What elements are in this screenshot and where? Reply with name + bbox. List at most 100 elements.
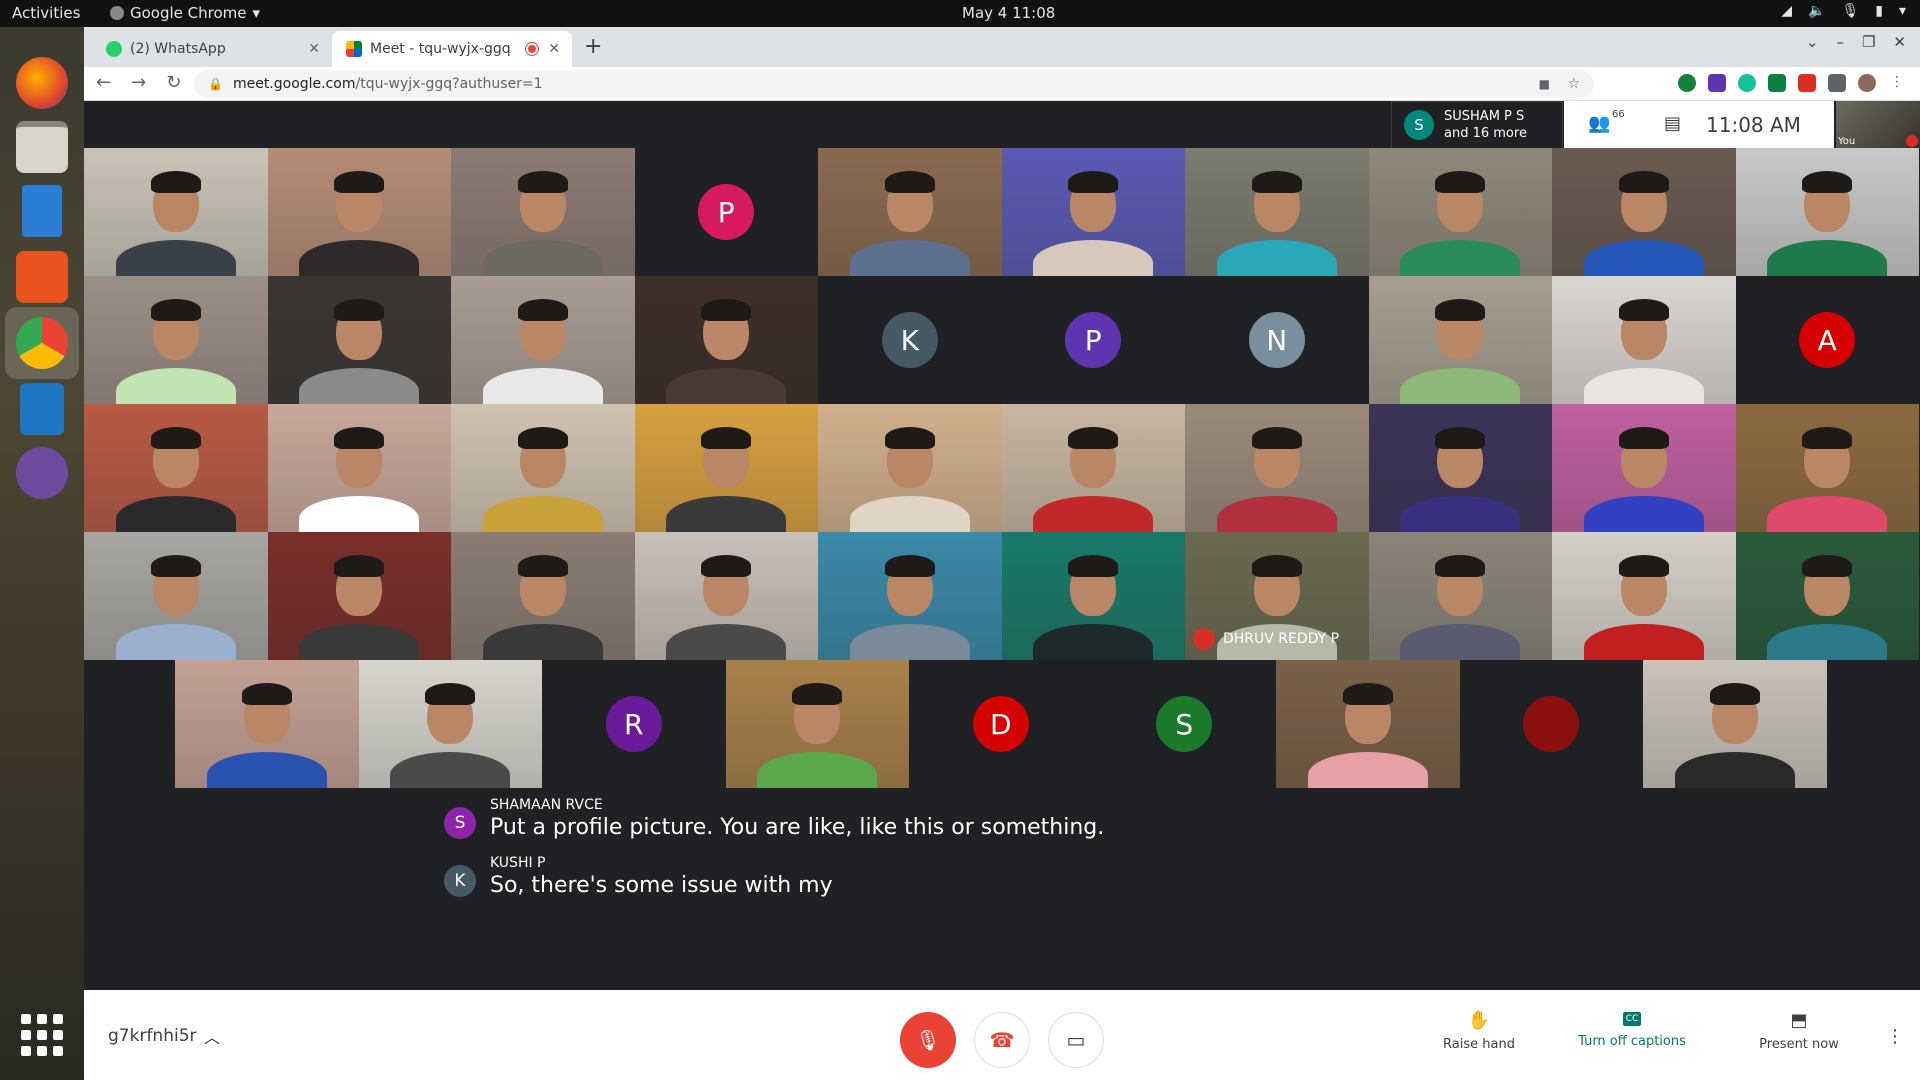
back-button[interactable]: ←: [96, 72, 111, 93]
participant-tile[interactable]: [267, 276, 451, 404]
participant-name-tag: DHRUV REDDY P: [1193, 628, 1339, 650]
participant-tile[interactable]: [1552, 276, 1736, 404]
participant-tile[interactable]: [634, 532, 818, 660]
self-view-tile[interactable]: You: [1836, 101, 1920, 149]
bookmark-star-icon[interactable]: ☆: [1567, 76, 1580, 92]
participant-tile[interactable]: [451, 404, 635, 532]
chevron-up-icon[interactable]: ︿: [204, 1024, 220, 1048]
meeting-details-button[interactable]: g7krfnhi5r: [108, 1026, 197, 1046]
close-window-button[interactable]: ✕: [1893, 33, 1906, 51]
address-bar[interactable]: 🔒 meet.google.com/tqu-wyjx-ggq?authuser=…: [194, 70, 1594, 98]
participant-tile[interactable]: A: [1735, 276, 1919, 404]
participant-tile[interactable]: [267, 148, 451, 276]
chrome-launcher[interactable]: [5, 307, 79, 379]
close-icon[interactable]: ✕: [548, 41, 560, 57]
participant-tile[interactable]: [1001, 532, 1185, 660]
participant-tile[interactable]: [267, 532, 451, 660]
captions-button[interactable]: CC Turn off captions: [1562, 1010, 1702, 1049]
participant-tile[interactable]: [1185, 148, 1369, 276]
forward-button[interactable]: →: [131, 72, 146, 93]
people-icon[interactable]: 👥: [1588, 113, 1610, 134]
participant-tile[interactable]: [358, 660, 542, 788]
profile-avatar[interactable]: [1858, 74, 1876, 92]
camera-toggle-button[interactable]: ▭: [1048, 1012, 1104, 1068]
extension-icon[interactable]: [1708, 74, 1726, 92]
vscode-launcher[interactable]: [12, 379, 72, 439]
files-launcher[interactable]: [12, 117, 72, 177]
app-menu[interactable]: Google Chrome ▾: [110, 4, 260, 22]
camera-in-use-icon[interactable]: ■: [1539, 77, 1550, 91]
grammarly-icon[interactable]: [1738, 74, 1756, 92]
microphone-toggle-button[interactable]: 🎙: [900, 1012, 956, 1068]
participant-tile[interactable]: [1552, 404, 1736, 532]
github-launcher[interactable]: [12, 443, 72, 503]
participant-tile[interactable]: [818, 532, 1002, 660]
system-tray[interactable]: ◢ 🔈 🎙 ▮ ▾: [1781, 3, 1906, 19]
participant-tile[interactable]: [1001, 148, 1185, 276]
lock-icon[interactable]: 🔒: [208, 77, 223, 91]
participant-tile[interactable]: [175, 660, 359, 788]
tab-whatsapp[interactable]: (2) WhatsApp ✕: [92, 31, 332, 67]
participant-tile[interactable]: [1735, 148, 1919, 276]
participant-tile[interactable]: K: [818, 276, 1002, 404]
participant-tile[interactable]: [451, 532, 635, 660]
participant-tile[interactable]: P: [634, 148, 818, 276]
participant-tile[interactable]: [1276, 660, 1460, 788]
raise-hand-button[interactable]: ✋ Raise hand: [1434, 1010, 1524, 1052]
minimize-button[interactable]: –: [1836, 33, 1844, 51]
participant-tile[interactable]: [1368, 404, 1552, 532]
close-icon[interactable]: ✕: [308, 41, 320, 57]
reload-button[interactable]: ↻: [166, 72, 181, 93]
extension-icon[interactable]: [1678, 74, 1696, 92]
participant-tile[interactable]: [818, 404, 1002, 532]
activities-button[interactable]: Activities: [12, 4, 80, 22]
new-tab-button[interactable]: +: [584, 34, 602, 59]
participant-tile[interactable]: [84, 276, 268, 404]
writer-launcher[interactable]: [12, 181, 72, 241]
software-launcher[interactable]: [12, 247, 72, 307]
participant-tile[interactable]: [1552, 148, 1736, 276]
participant-tile[interactable]: [1185, 404, 1369, 532]
participant-tile[interactable]: S: [1092, 660, 1276, 788]
participant-tile[interactable]: [84, 532, 268, 660]
participant-tile[interactable]: [725, 660, 909, 788]
participant-tile[interactable]: [1001, 404, 1185, 532]
participant-tile[interactable]: [1368, 148, 1552, 276]
participant-tile[interactable]: [451, 148, 635, 276]
menu-icon[interactable]: ⋮: [1888, 74, 1906, 92]
restore-button[interactable]: ❐: [1862, 33, 1875, 51]
chat-icon[interactable]: ▤: [1664, 113, 1681, 134]
participant-tile[interactable]: P: [1001, 276, 1185, 404]
participant-tile[interactable]: [1552, 532, 1736, 660]
participant-tile[interactable]: [1459, 660, 1643, 788]
participant-tile[interactable]: D: [909, 660, 1093, 788]
people-summary[interactable]: S SUSHAM P S and 16 more: [1391, 101, 1563, 149]
participant-tile[interactable]: [1735, 404, 1919, 532]
participant-tile[interactable]: [267, 404, 451, 532]
participant-tile[interactable]: N: [1185, 276, 1369, 404]
more-options-icon[interactable]: ⋮: [1886, 1026, 1904, 1047]
participant-tile[interactable]: [634, 276, 818, 404]
participant-avatar: S: [1156, 696, 1213, 752]
participant-tile[interactable]: DHRUV REDDY P: [1185, 532, 1369, 660]
participant-tile[interactable]: [84, 404, 268, 532]
firefox-launcher[interactable]: [12, 53, 72, 113]
participant-tile[interactable]: R: [542, 660, 726, 788]
participant-tile[interactable]: [451, 276, 635, 404]
participant-tile[interactable]: [1368, 532, 1552, 660]
participant-tile[interactable]: [1735, 532, 1919, 660]
participant-tile[interactable]: [818, 148, 1002, 276]
puzzle-icon[interactable]: [1828, 74, 1846, 92]
participant-tile[interactable]: [1643, 660, 1827, 788]
tab-meet[interactable]: Meet - tqu-wyjx-ggq ✕: [332, 31, 572, 67]
tab-search-icon[interactable]: ⌄: [1806, 33, 1819, 51]
extension-icon[interactable]: [1768, 74, 1786, 92]
show-applications-button[interactable]: [21, 1014, 63, 1056]
extension-icon[interactable]: [1798, 74, 1816, 92]
participant-tile[interactable]: [84, 148, 268, 276]
present-now-button[interactable]: ⬒ Present now: [1744, 1010, 1854, 1052]
system-clock[interactable]: May 4 11:08: [962, 4, 1055, 22]
participant-tile[interactable]: [1368, 276, 1552, 404]
leave-call-button[interactable]: ☎: [974, 1012, 1030, 1068]
participant-tile[interactable]: [634, 404, 818, 532]
